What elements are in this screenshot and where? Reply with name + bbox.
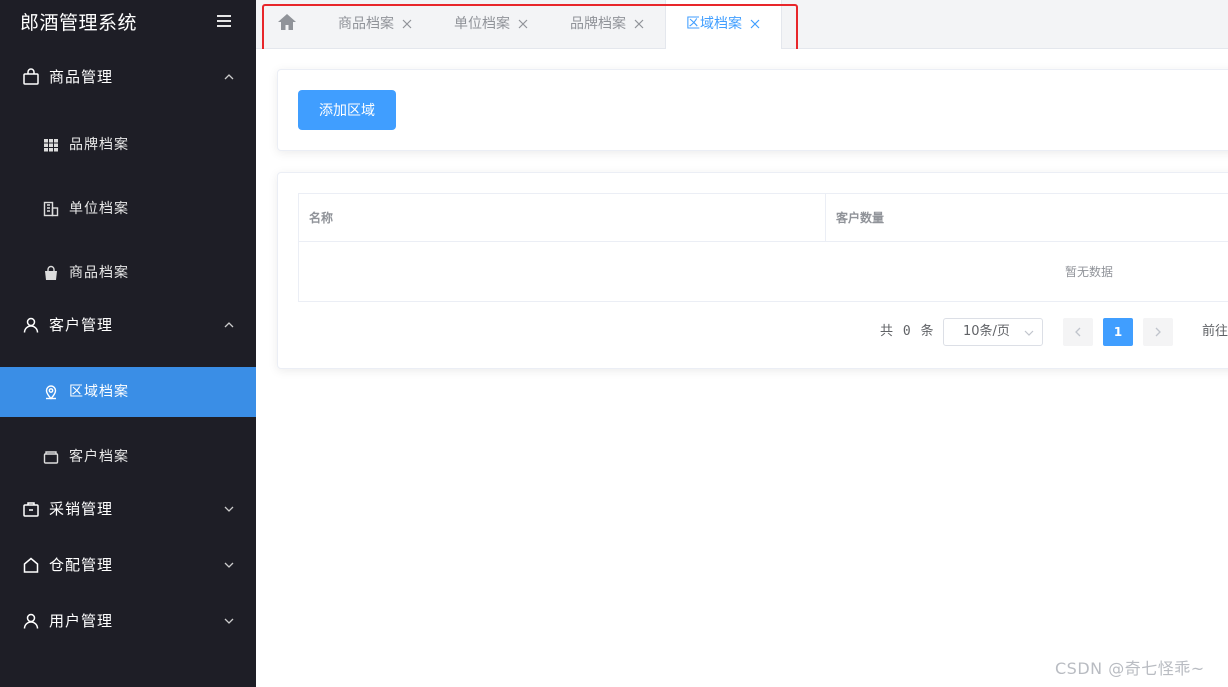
collapse-menu-icon[interactable]	[217, 15, 233, 29]
chevron-down-icon	[224, 618, 234, 624]
page-number-current[interactable]: 1	[1103, 318, 1133, 346]
tab-region-archive[interactable]: 区域档案	[665, 0, 782, 49]
chevron-left-icon	[1075, 327, 1081, 337]
sidebar-item-goods-archive[interactable]: 商品档案	[0, 248, 256, 298]
sidebar-item-label: 客户档案	[69, 449, 129, 465]
sidebar: 郎酒管理系统 商品管理 品牌档案 单位档案 商品档案 客户管理 区域档案 客户档…	[0, 0, 256, 687]
menu-group-user[interactable]: 用户管理	[0, 597, 256, 645]
wallet-icon	[43, 451, 59, 464]
sidebar-item-region-archive[interactable]: 区域档案	[0, 367, 256, 417]
user-icon	[23, 613, 39, 629]
watermark: CSDN @奇七怪乖~	[1055, 659, 1205, 678]
close-icon[interactable]	[749, 18, 761, 30]
menu-group-warehouse[interactable]: 仓配管理	[0, 541, 256, 589]
toolbar-card: 添加区域	[277, 69, 1228, 151]
sidebar-item-brand-archive[interactable]: 品牌档案	[0, 120, 256, 170]
tab-goods-archive[interactable]: 商品档案	[338, 0, 444, 49]
pagination-goto-label: 前往	[1202, 324, 1228, 339]
add-region-button[interactable]: 添加区域	[298, 90, 396, 130]
page-size-select[interactable]: 10条/页	[943, 318, 1043, 346]
house-icon	[23, 557, 39, 573]
grid-icon	[44, 139, 58, 152]
page-size-value: 10条/页	[963, 324, 1010, 339]
close-icon[interactable]	[401, 18, 413, 30]
chevron-up-icon	[224, 322, 234, 328]
tab-brand-archive[interactable]: 品牌档案	[570, 0, 676, 49]
app-brand-title: 郎酒管理系统	[20, 12, 138, 34]
menu-group-label: 采销管理	[49, 500, 114, 518]
table-header: 名称 客户数量	[299, 194, 1228, 242]
next-page-button[interactable]	[1143, 318, 1173, 346]
column-header-customer-count: 客户数量	[836, 211, 885, 225]
chevron-down-icon	[224, 506, 234, 512]
tabs-bar: 商品档案 单位档案 品牌档案 区域档案	[256, 0, 1228, 49]
region-table: 名称 客户数量 暂无数据	[298, 193, 1228, 302]
location-pin-icon	[45, 385, 57, 400]
tab-label: 商品档案	[338, 16, 394, 32]
office-building-icon	[43, 201, 59, 217]
briefcase-icon	[23, 502, 39, 517]
chevron-down-icon	[1024, 330, 1034, 336]
home-icon[interactable]	[276, 12, 298, 32]
tab-label: 区域档案	[686, 16, 742, 32]
tab-unit-archive[interactable]: 单位档案	[454, 0, 560, 49]
sidebar-item-label: 商品档案	[69, 265, 129, 281]
chevron-right-icon	[1155, 327, 1161, 337]
table-card: 名称 客户数量 暂无数据 共 0 条 10条/页 1 前往	[277, 172, 1228, 369]
bag-icon	[45, 265, 57, 280]
sidebar-item-customer-archive[interactable]: 客户档案	[0, 432, 256, 482]
chevron-down-icon	[224, 562, 234, 568]
sidebar-item-label: 品牌档案	[69, 137, 129, 153]
chevron-up-icon	[224, 74, 234, 80]
column-header-name: 名称	[309, 211, 334, 225]
menu-group-label: 仓配管理	[49, 556, 114, 574]
pagination-total: 共 0 条	[880, 324, 935, 339]
pagination: 共 0 条 10条/页 1 前往	[278, 318, 1228, 346]
user-icon	[23, 317, 39, 333]
main-content: 添加区域 名称 客户数量 暂无数据 共 0 条 10条/页 1 前往	[256, 49, 1228, 687]
menu-group-label: 用户管理	[49, 612, 114, 630]
tab-label: 单位档案	[454, 16, 510, 32]
menu-group-goods[interactable]: 商品管理	[0, 53, 256, 101]
table-empty-text: 暂无数据	[1064, 265, 1113, 279]
sidebar-item-unit-archive[interactable]: 单位档案	[0, 184, 256, 234]
shopping-bag-icon	[23, 68, 39, 85]
menu-group-purchase-sales[interactable]: 采销管理	[0, 485, 256, 533]
prev-page-button[interactable]	[1063, 318, 1093, 346]
sidebar-item-label: 单位档案	[69, 201, 129, 217]
menu-group-label: 商品管理	[49, 68, 114, 86]
close-icon[interactable]	[633, 18, 645, 30]
menu-group-customer[interactable]: 客户管理	[0, 301, 256, 349]
close-icon[interactable]	[517, 18, 529, 30]
menu-group-label: 客户管理	[49, 316, 114, 334]
tab-label: 品牌档案	[570, 16, 626, 32]
sidebar-item-label: 区域档案	[69, 384, 129, 400]
